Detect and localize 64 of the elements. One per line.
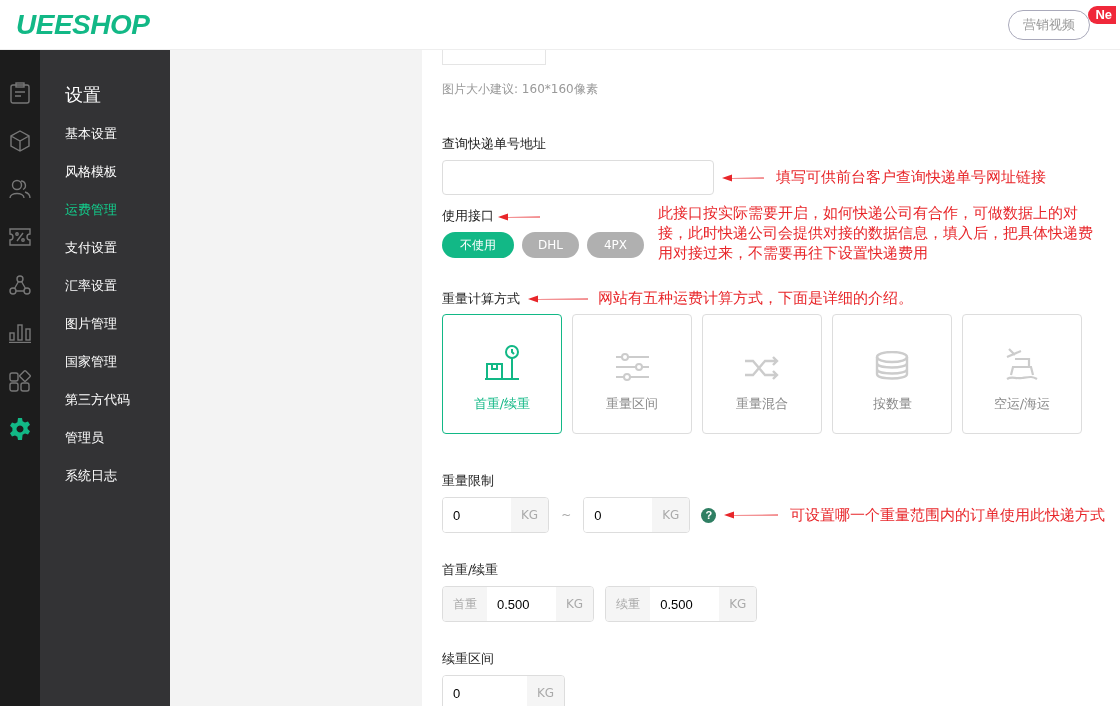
rail-item[interactable]	[9, 273, 31, 297]
menu-item[interactable]: 风格模板	[65, 162, 170, 200]
max-weight-field[interactable]: 0 KG	[583, 497, 691, 533]
unit-label: KG	[527, 676, 565, 706]
settings-icon	[9, 418, 31, 440]
method-card[interactable]: 按数量	[832, 314, 952, 434]
tracking-url-field[interactable]	[442, 160, 714, 195]
method-card[interactable]: 空运/海运	[962, 314, 1082, 434]
rail-item[interactable]	[9, 369, 31, 393]
new-badge: Ne	[1088, 6, 1116, 24]
network-icon	[9, 275, 31, 295]
menu-item[interactable]: 第三方代码	[65, 390, 170, 428]
users-icon	[9, 179, 31, 199]
field-label: 使用接口	[442, 207, 494, 225]
method-card[interactable]: 重量混合	[702, 314, 822, 434]
image-size-hint: 图片大小建议: 160*160像素	[442, 81, 599, 98]
coin-stack-icon	[875, 351, 909, 381]
rail-item[interactable]	[10, 129, 30, 153]
menu-item[interactable]: 基本设置	[65, 124, 170, 162]
bar-chart-icon	[9, 323, 31, 343]
apps-icon	[9, 370, 31, 392]
field-label: 续重区间	[442, 650, 495, 668]
menu-item[interactable]: 运费管理	[65, 200, 170, 238]
menu-item[interactable]: 国家管理	[65, 352, 170, 390]
unit-label: KG	[511, 498, 549, 532]
annotation: 此接口按实际需要开启，如何快递公司有合作，可做数据上的对接，此时快递公司会提供对接的数据信息，填入后，把具体快递费用对接过来，不需要再往下设置快递费用	[658, 204, 1094, 263]
menu-item[interactable]: 汇率设置	[65, 276, 170, 314]
range-separator: ~	[561, 508, 572, 522]
rail-item[interactable]	[10, 81, 30, 105]
ship-icon	[1005, 347, 1039, 381]
rail-item[interactable]	[9, 225, 31, 249]
weight-range-field[interactable]: 0 KG	[442, 675, 566, 706]
field-label: 查询快递单号地址	[442, 135, 547, 153]
prefix-label: 首重	[443, 587, 487, 621]
rail-item[interactable]	[9, 321, 31, 345]
unit-label: KG	[719, 587, 757, 621]
menu-title: 设置	[65, 83, 102, 107]
annotation: 网站有五种运费计算方式，下面是详细的介绍。	[598, 289, 913, 308]
unit-label: KG	[556, 587, 594, 621]
coupon-icon	[9, 228, 31, 246]
help-icon[interactable]: ?	[701, 507, 717, 523]
menu-item[interactable]: 管理员	[65, 428, 170, 466]
shuffle-icon	[744, 355, 780, 381]
sliders-icon	[615, 353, 649, 381]
cube-icon	[10, 130, 30, 152]
menu-item[interactable]: 系统日志	[65, 466, 170, 504]
field-label: 重量限制	[442, 472, 495, 490]
rail-item[interactable]	[9, 177, 31, 201]
prefix-label: 续重	[606, 587, 651, 621]
annotation: 可设置哪一个重量范围内的订单使用此快递方式	[790, 505, 1106, 525]
menu-item[interactable]: 图片管理	[65, 314, 170, 352]
clipboard-icon	[10, 82, 30, 104]
weight-field[interactable]: 续重 0.500 KG	[605, 586, 758, 622]
unit-label: KG	[652, 498, 690, 532]
method-card[interactable]: 重量区间	[572, 314, 692, 434]
field-label: 重量计算方式	[442, 289, 520, 308]
field-label: 首重/续重	[442, 561, 500, 579]
logo: UEESHOP	[16, 8, 150, 41]
scale-icon	[483, 345, 521, 381]
min-weight-field[interactable]: 0 KG	[442, 497, 550, 533]
annotation: 填写可供前台客户查询快递单号网址链接	[776, 168, 1046, 187]
rail-item[interactable]	[9, 417, 31, 441]
menu-item[interactable]: 支付设置	[65, 238, 170, 276]
weight-field[interactable]: 首重 0.500 KG	[442, 586, 595, 622]
